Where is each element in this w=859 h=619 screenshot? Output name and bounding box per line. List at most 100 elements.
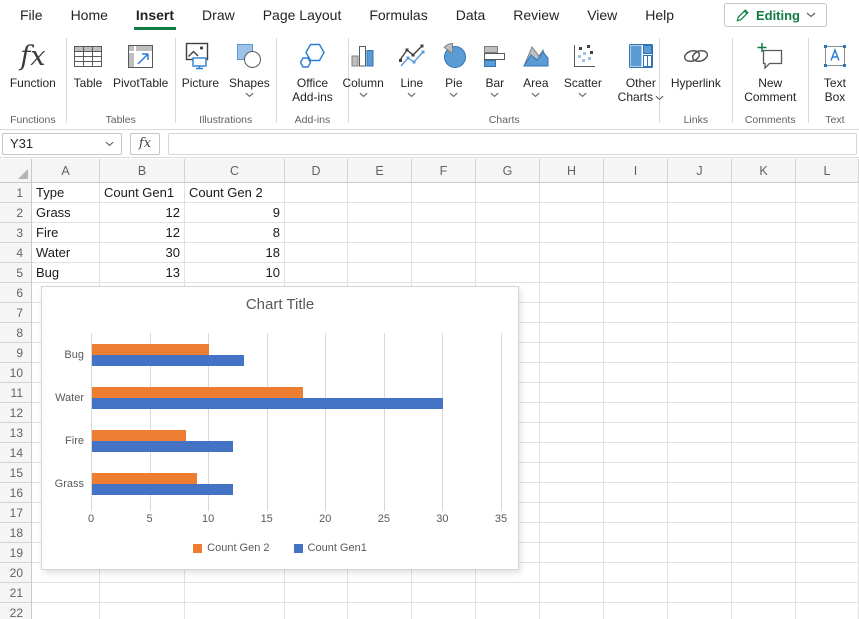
cell-J18[interactable] bbox=[668, 523, 732, 543]
cell-H20[interactable] bbox=[540, 563, 604, 583]
cell-H6[interactable] bbox=[540, 283, 604, 303]
name-box[interactable]: Y31 bbox=[2, 133, 122, 155]
cell-C22[interactable] bbox=[185, 603, 285, 619]
menu-formulas[interactable]: Formulas bbox=[355, 0, 441, 30]
menu-file[interactable]: File bbox=[6, 0, 57, 30]
cell-D21[interactable] bbox=[285, 583, 348, 603]
cell-L12[interactable] bbox=[796, 403, 859, 423]
function-button[interactable]: fx Function bbox=[6, 36, 60, 90]
row-header-18[interactable]: 18 bbox=[0, 523, 32, 543]
column-header-F[interactable]: F bbox=[412, 159, 476, 183]
editing-mode-button[interactable]: Editing bbox=[724, 3, 827, 27]
cell-I11[interactable] bbox=[604, 383, 668, 403]
cell-I12[interactable] bbox=[604, 403, 668, 423]
cell-G21[interactable] bbox=[476, 583, 540, 603]
cell-I6[interactable] bbox=[604, 283, 668, 303]
legend-item[interactable]: Count Gen 2 bbox=[193, 542, 269, 554]
cell-A4[interactable]: Water bbox=[32, 243, 100, 263]
bar-bug-gen1[interactable] bbox=[92, 355, 244, 366]
cell-F2[interactable] bbox=[412, 203, 476, 223]
cell-I20[interactable] bbox=[604, 563, 668, 583]
cell-D5[interactable] bbox=[285, 263, 348, 283]
cell-I17[interactable] bbox=[604, 503, 668, 523]
cell-H22[interactable] bbox=[540, 603, 604, 619]
cell-K7[interactable] bbox=[732, 303, 796, 323]
cell-I18[interactable] bbox=[604, 523, 668, 543]
cell-J8[interactable] bbox=[668, 323, 732, 343]
cell-G22[interactable] bbox=[476, 603, 540, 619]
cell-A3[interactable]: Fire bbox=[32, 223, 100, 243]
cell-C2[interactable]: 9 bbox=[185, 203, 285, 223]
cell-I16[interactable] bbox=[604, 483, 668, 503]
column-header-I[interactable]: I bbox=[604, 159, 668, 183]
cell-G2[interactable] bbox=[476, 203, 540, 223]
column-header-H[interactable]: H bbox=[540, 159, 604, 183]
cell-I22[interactable] bbox=[604, 603, 668, 619]
row-header-10[interactable]: 10 bbox=[0, 363, 32, 383]
cell-C4[interactable]: 18 bbox=[185, 243, 285, 263]
row-header-17[interactable]: 17 bbox=[0, 503, 32, 523]
menu-insert[interactable]: Insert bbox=[122, 0, 188, 30]
cell-B5[interactable]: 13 bbox=[100, 263, 185, 283]
row-header-9[interactable]: 9 bbox=[0, 343, 32, 363]
cell-K20[interactable] bbox=[732, 563, 796, 583]
cell-B21[interactable] bbox=[100, 583, 185, 603]
cell-L7[interactable] bbox=[796, 303, 859, 323]
row-header-14[interactable]: 14 bbox=[0, 443, 32, 463]
cell-K18[interactable] bbox=[732, 523, 796, 543]
cell-L3[interactable] bbox=[796, 223, 859, 243]
bar-water-gen2[interactable] bbox=[92, 387, 303, 398]
cell-H9[interactable] bbox=[540, 343, 604, 363]
cell-J9[interactable] bbox=[668, 343, 732, 363]
cell-J20[interactable] bbox=[668, 563, 732, 583]
cell-H14[interactable] bbox=[540, 443, 604, 463]
cell-K2[interactable] bbox=[732, 203, 796, 223]
column-header-J[interactable]: J bbox=[668, 159, 732, 183]
cell-I5[interactable] bbox=[604, 263, 668, 283]
cell-B1[interactable]: Count Gen1 bbox=[100, 183, 185, 203]
cell-J14[interactable] bbox=[668, 443, 732, 463]
row-header-15[interactable]: 15 bbox=[0, 463, 32, 483]
row-header-21[interactable]: 21 bbox=[0, 583, 32, 603]
cell-K10[interactable] bbox=[732, 363, 796, 383]
cell-J15[interactable] bbox=[668, 463, 732, 483]
row-header-13[interactable]: 13 bbox=[0, 423, 32, 443]
cell-K19[interactable] bbox=[732, 543, 796, 563]
row-header-19[interactable]: 19 bbox=[0, 543, 32, 563]
new-comment-button[interactable]: New Comment bbox=[735, 36, 805, 104]
cell-L16[interactable] bbox=[796, 483, 859, 503]
column-header-D[interactable]: D bbox=[285, 159, 348, 183]
cell-K14[interactable] bbox=[732, 443, 796, 463]
cell-H19[interactable] bbox=[540, 543, 604, 563]
cell-G3[interactable] bbox=[476, 223, 540, 243]
cell-L17[interactable] bbox=[796, 503, 859, 523]
cell-L2[interactable] bbox=[796, 203, 859, 223]
cell-K17[interactable] bbox=[732, 503, 796, 523]
cell-L22[interactable] bbox=[796, 603, 859, 619]
row-header-1[interactable]: 1 bbox=[0, 183, 32, 203]
cell-F3[interactable] bbox=[412, 223, 476, 243]
scatter-chart-button[interactable]: Scatter bbox=[560, 36, 606, 98]
cell-B4[interactable]: 30 bbox=[100, 243, 185, 263]
cell-K3[interactable] bbox=[732, 223, 796, 243]
cell-K4[interactable] bbox=[732, 243, 796, 263]
menu-home[interactable]: Home bbox=[57, 0, 122, 30]
row-header-20[interactable]: 20 bbox=[0, 563, 32, 583]
menu-help[interactable]: Help bbox=[631, 0, 688, 30]
column-header-A[interactable]: A bbox=[32, 159, 100, 183]
cell-H21[interactable] bbox=[540, 583, 604, 603]
cell-C21[interactable] bbox=[185, 583, 285, 603]
cell-J2[interactable] bbox=[668, 203, 732, 223]
cell-L13[interactable] bbox=[796, 423, 859, 443]
cell-J4[interactable] bbox=[668, 243, 732, 263]
menu-review[interactable]: Review bbox=[499, 0, 573, 30]
bar-water-gen1[interactable] bbox=[92, 398, 443, 409]
bar-chart-button[interactable]: Bar bbox=[478, 36, 512, 98]
cell-L14[interactable] bbox=[796, 443, 859, 463]
table-button[interactable]: Table bbox=[69, 36, 107, 90]
cell-D22[interactable] bbox=[285, 603, 348, 619]
cell-B3[interactable]: 12 bbox=[100, 223, 185, 243]
cell-C1[interactable]: Count Gen 2 bbox=[185, 183, 285, 203]
cell-L8[interactable] bbox=[796, 323, 859, 343]
cell-F4[interactable] bbox=[412, 243, 476, 263]
